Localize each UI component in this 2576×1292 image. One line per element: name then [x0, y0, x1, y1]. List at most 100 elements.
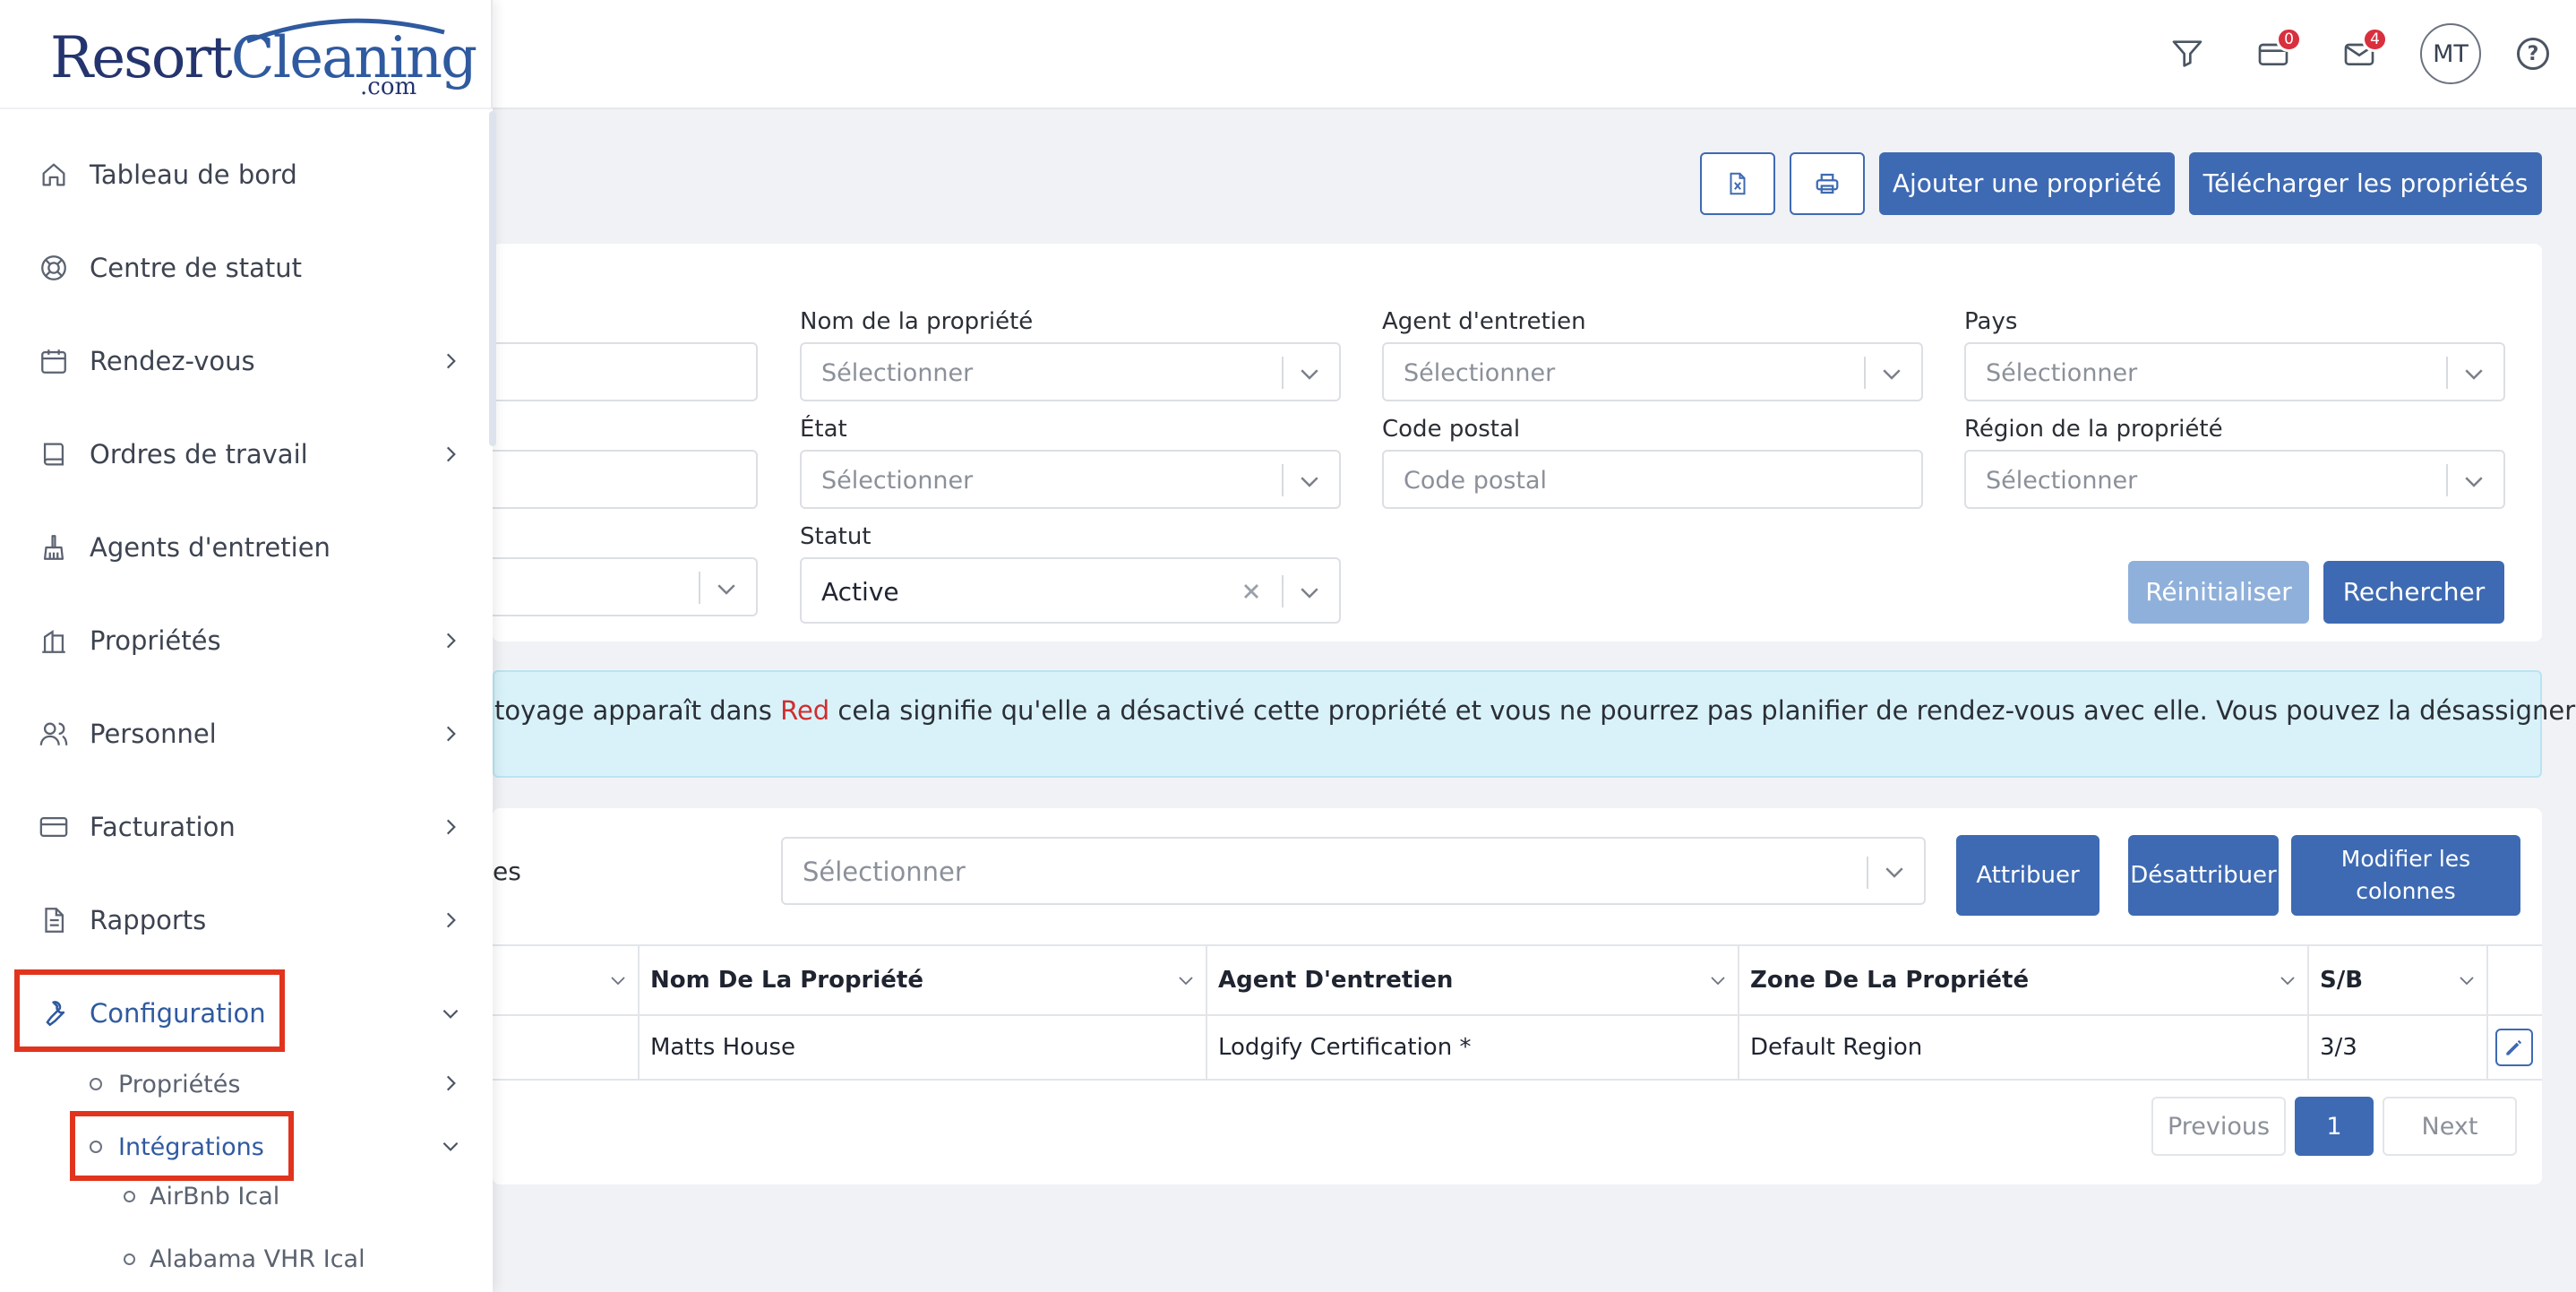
region-label: Région de la propriété	[1964, 416, 2223, 443]
postal-code-input[interactable]: Code postal	[1382, 450, 1923, 509]
table-cell-property-name[interactable]: Matts House	[640, 1016, 1207, 1079]
filter-icon[interactable]	[2162, 29, 2212, 79]
download-properties-button[interactable]: Télécharger les propriétés	[2189, 152, 2542, 215]
assign-button[interactable]: Attribuer	[1956, 835, 2099, 916]
select-separator	[699, 572, 700, 604]
sidebar-subitem-properties[interactable]: Propriétés	[90, 1059, 240, 1109]
chevron-down-icon	[2465, 369, 2483, 380]
card-icon[interactable]: 0	[2248, 27, 2302, 79]
edit-columns-line-2: colonnes	[2356, 878, 2456, 904]
reset-button[interactable]: Réinitialiser	[2128, 561, 2309, 624]
filter-field-partial-1[interactable]	[484, 342, 758, 401]
sidebar-item-status-center[interactable]: Centre de statut	[0, 237, 489, 299]
highlight-integrations	[70, 1111, 294, 1181]
select-separator	[1282, 357, 1284, 389]
add-property-button[interactable]: Ajouter une propriété	[1879, 152, 2175, 215]
select-placeholder: Sélectionner	[1404, 359, 1556, 387]
header-actions: 0 4 MT ?	[2162, 22, 2549, 86]
chevron-down-icon	[1179, 977, 1193, 986]
chevron-down-icon	[2280, 977, 2295, 986]
select-separator	[1867, 857, 1868, 889]
filter-select-partial-3[interactable]	[484, 557, 758, 616]
bullet-icon	[124, 1190, 135, 1202]
property-name-select[interactable]: Sélectionner	[800, 342, 1341, 401]
chevron-down-icon	[1885, 867, 1903, 878]
table-header-zone[interactable]: Zone De La Propriété	[1739, 946, 2309, 1014]
sidebar-item-staff[interactable]: Personnel	[0, 702, 489, 765]
chevron-right-icon	[446, 912, 456, 928]
sidebar-subsubitem-label: Alabama VHR Ical	[150, 1245, 365, 1273]
table-header-label: Zone De La Propriété	[1750, 967, 2030, 994]
table-header-label: S/B	[2320, 967, 2364, 994]
sidebar-item-dashboard[interactable]: Tableau de bord	[0, 143, 489, 206]
select-placeholder: Sélectionner	[1986, 467, 2138, 495]
sidebar-item-work-orders[interactable]: Ordres de travail	[0, 423, 489, 486]
sidebar-item-label: Propriétés	[90, 625, 221, 656]
logo-part-1: Resort	[50, 25, 233, 91]
table-header-label: Agent D'entretien	[1218, 967, 1454, 994]
search-button[interactable]: Rechercher	[2323, 561, 2504, 624]
sidebar-item-label: Ordres de travail	[90, 439, 308, 469]
pagination-next[interactable]: Next	[2383, 1097, 2517, 1156]
chevron-down-icon	[717, 584, 735, 595]
info-notice: toyage apparaît dans Red cela signifie q…	[493, 670, 2576, 778]
print-button[interactable]	[1790, 152, 1865, 215]
country-label: Pays	[1964, 308, 2018, 335]
help-icon[interactable]: ?	[2517, 38, 2549, 70]
select-placeholder: Sélectionner	[1986, 359, 2138, 387]
sidebar-subitem-label: Propriétés	[118, 1070, 241, 1098]
status-label: Statut	[800, 523, 872, 550]
brand-logo[interactable]: ResortCleaning .com	[50, 9, 477, 100]
notice-text-before: toyage apparaît dans	[494, 695, 781, 726]
edit-columns-line-1: Modifier les	[2340, 846, 2471, 872]
select-separator	[1282, 464, 1284, 496]
logo-area: ResortCleaning .com	[0, 0, 493, 109]
table-cell-actions	[2488, 1016, 2542, 1079]
table-header-sb[interactable]: S/B	[2309, 946, 2488, 1014]
notice-red-word: Red	[780, 695, 830, 726]
table-cell-agent: Lodgify Certification *	[1207, 1016, 1739, 1079]
properties-table-card: es Sélectionner Attribuer Désattribuer M…	[493, 808, 2542, 1184]
notice-text-after: cela signifie qu'elle a désactivé cette …	[829, 695, 2576, 726]
pagination-previous[interactable]: Previous	[2151, 1097, 2286, 1156]
table-cell-partial	[493, 1016, 640, 1079]
table-header-partial[interactable]	[493, 946, 640, 1014]
state-label: État	[800, 416, 847, 443]
sidebar-item-label: Tableau de bord	[90, 159, 297, 190]
filter-field-partial-2[interactable]	[484, 450, 758, 509]
assign-label-fragment: es	[493, 857, 521, 886]
excel-export-button[interactable]	[1700, 152, 1775, 215]
assign-agent-select[interactable]: Sélectionner	[781, 837, 1926, 905]
building-icon	[36, 623, 72, 659]
notice-text: toyage apparaît dans Red cela signifie q…	[494, 695, 2576, 726]
sidebar-item-cleaning-agents[interactable]: Agents d'entretien	[0, 516, 489, 579]
book-icon	[36, 436, 72, 472]
select-value: Active	[821, 577, 899, 607]
state-select[interactable]: Sélectionner	[800, 450, 1341, 509]
sidebar-item-appointments[interactable]: Rendez-vous	[0, 330, 489, 392]
table-header-property-name[interactable]: Nom De La Propriété	[640, 946, 1207, 1014]
pagination-page-1[interactable]: 1	[2295, 1097, 2374, 1156]
sidebar-item-billing[interactable]: Facturation	[0, 796, 489, 858]
broom-icon	[36, 530, 72, 565]
country-select[interactable]: Sélectionner	[1964, 342, 2505, 401]
unassign-button[interactable]: Désattribuer	[2128, 835, 2279, 916]
home-icon	[36, 157, 72, 193]
status-select[interactable]: Active	[800, 557, 1341, 624]
properties-table: Nom De La Propriété Agent D'entretien Zo…	[493, 944, 2542, 1081]
sidebar-scrollbar[interactable]	[489, 111, 496, 446]
region-select[interactable]: Sélectionner	[1964, 450, 2505, 509]
edit-row-button[interactable]	[2495, 1029, 2533, 1066]
table-header-agent[interactable]: Agent D'entretien	[1207, 946, 1739, 1014]
sidebar-item-properties[interactable]: Propriétés	[0, 609, 489, 672]
sidebar-item-reports[interactable]: Rapports	[0, 889, 489, 952]
table-header-actions	[2488, 946, 2542, 1014]
clear-icon[interactable]	[1239, 579, 1264, 604]
sidebar-item-label: Rapports	[90, 905, 207, 935]
property-name-label: Nom de la propriété	[800, 308, 1034, 335]
sidebar-subsubitem-alabama-vhr-ical[interactable]: Alabama VHR Ical	[124, 1236, 365, 1281]
avatar[interactable]: MT	[2420, 23, 2481, 84]
agent-select[interactable]: Sélectionner	[1382, 342, 1923, 401]
mail-icon[interactable]: 4	[2334, 27, 2388, 79]
edit-columns-button[interactable]: Modifier les colonnes	[2291, 835, 2520, 916]
